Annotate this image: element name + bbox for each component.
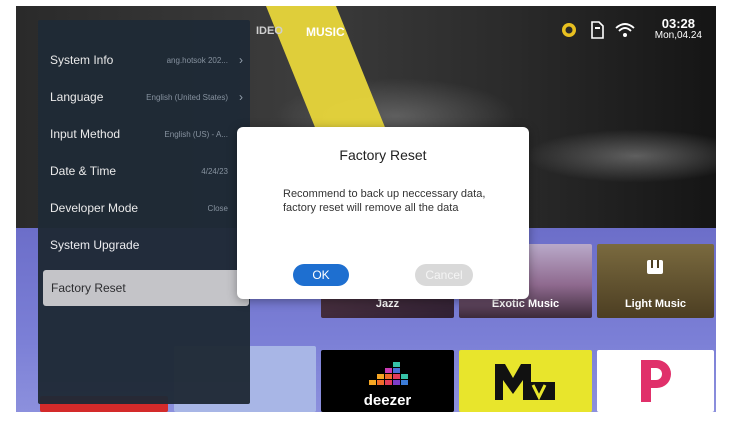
tab-music[interactable]: MUSIC [306,25,345,39]
sidebar-item-value: ang.hotsok 202... [166,55,228,65]
cancel-button[interactable]: Cancel [415,264,473,286]
clock-time: 03:28 [661,16,695,31]
pandora-logo-icon [641,360,671,402]
tile-deezer[interactable]: deezer [321,350,454,412]
sidebar-item-label: Language [50,90,104,104]
dialog-title: Factory Reset [339,147,427,163]
deezer-logo-icon [369,362,408,385]
tv-screen: IDEO MUSIC 03:28 Mon,04.24 Jazz Exotic M… [16,6,716,412]
sidebar-item-label: System Upgrade [50,238,140,252]
wifi-icon [615,20,635,40]
settings-sidebar: System Info ang.hotsok 202... › Language… [38,20,250,404]
sidebar-item-value: Close [207,203,228,213]
sidebar-item-system-info[interactable]: System Info ang.hotsok 202... › [38,42,250,78]
sidebar-item-label: Developer Mode [50,201,139,215]
tile-light-music[interactable]: Light Music [597,244,714,318]
chevron-right-icon: › [239,90,243,104]
settings-gear-icon[interactable] [559,20,579,40]
piano-icon [647,260,663,277]
sidebar-item-system-upgrade[interactable]: System Upgrade › [38,227,250,263]
clock-date: Mon,04.24 [654,30,702,41]
sidebar-item-input-method[interactable]: Input Method English (US) - A... › [38,116,250,152]
tile-pandora[interactable] [597,350,714,412]
status-bar: 03:28 Mon,04.24 [559,14,702,46]
sidebar-item-label: Input Method [50,127,121,141]
tile-jazz-label: Jazz [375,298,400,310]
deezer-label: deezer [363,392,412,409]
tile-exotic-label: Exotic Music [491,298,560,310]
tile-mtv[interactable] [459,350,592,412]
sd-card-icon [587,20,607,40]
tile-light-label: Light Music [624,298,687,310]
sidebar-item-language[interactable]: Language English (United States) › [38,79,250,115]
dialog-message: Recommend to back up neccessary data, fa… [283,188,486,214]
sidebar-item-value: English (United States) [146,92,228,102]
tab-video[interactable]: IDEO [256,25,283,37]
sidebar-item-label: Factory Reset [51,281,126,295]
chevron-right-icon: › [239,53,243,67]
factory-reset-dialog: Factory Reset Recommend to back up necce… [237,127,529,299]
sidebar-item-label: Date & Time [50,164,117,178]
sidebar-item-date-time[interactable]: Date & Time 4/24/23 › [38,153,250,189]
mtv-logo-icon [495,364,555,401]
sidebar-item-label: System Info [50,53,114,67]
sidebar-item-value: English (US) - A... [164,129,228,139]
sidebar-item-developer-mode[interactable]: Developer Mode Close › [38,190,250,226]
ok-button[interactable]: OK [293,264,349,286]
sidebar-item-factory-reset[interactable]: Factory Reset [43,270,249,306]
sidebar-item-value: 4/24/23 [201,166,228,176]
clock: 03:28 Mon,04.24 [654,16,702,42]
